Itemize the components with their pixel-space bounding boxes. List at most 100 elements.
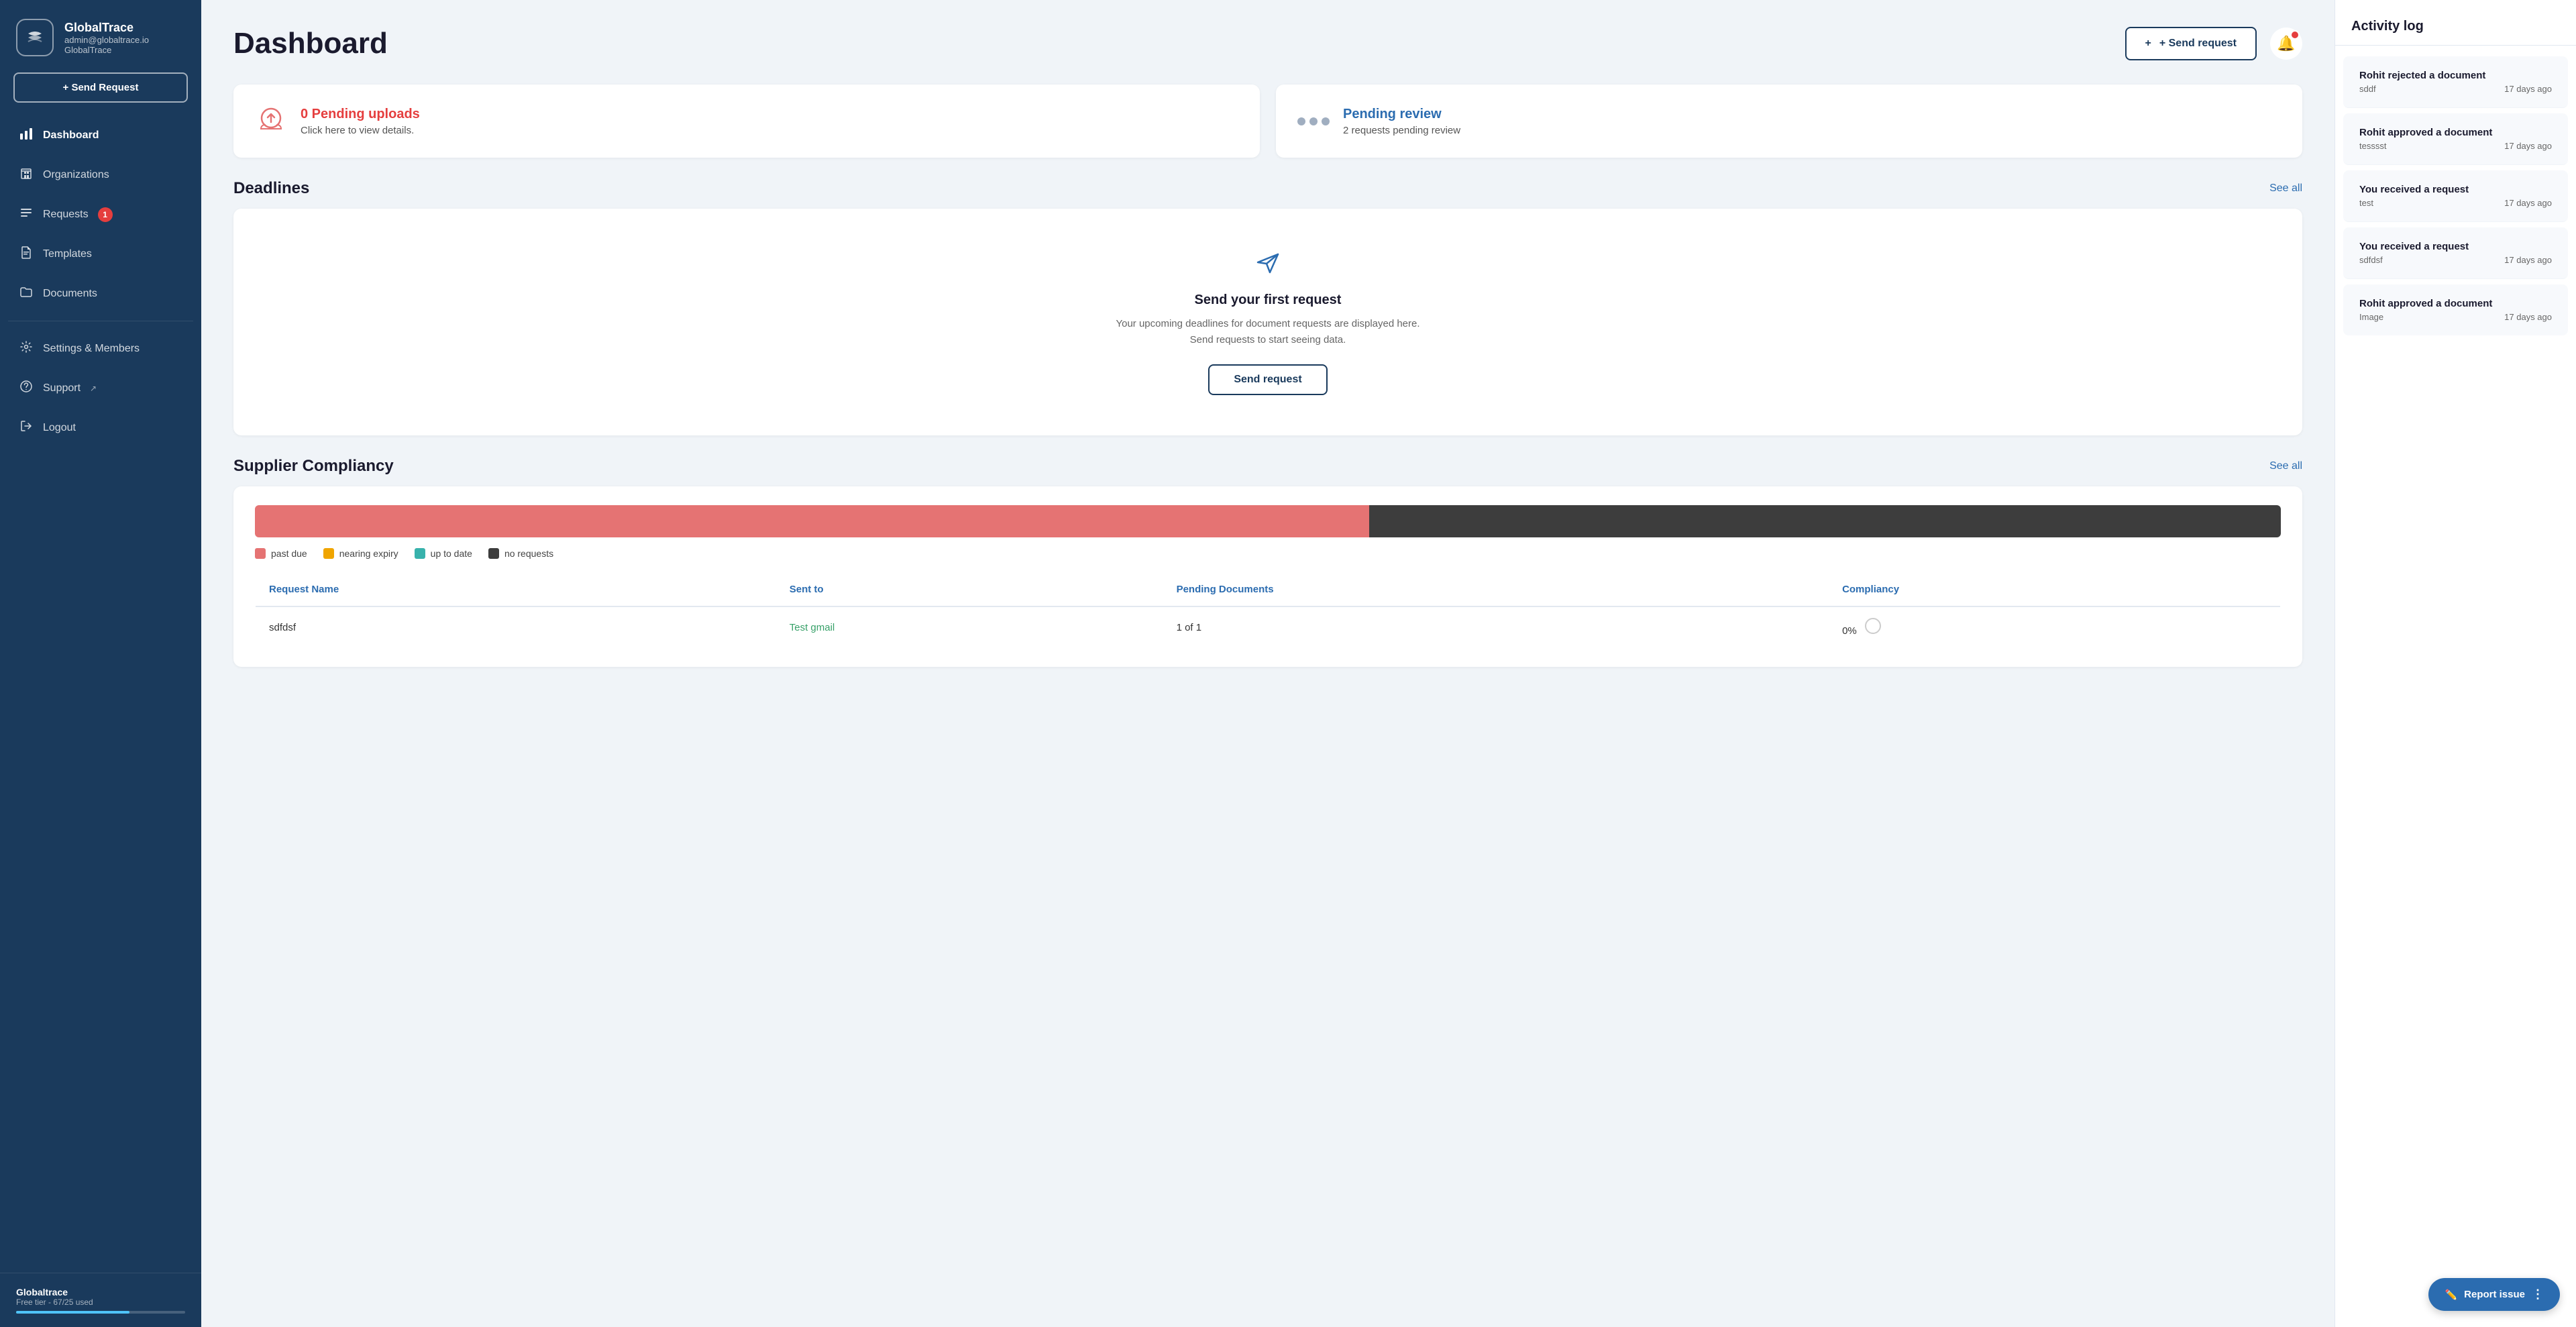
sidebar-item-templates[interactable]: Templates xyxy=(8,235,193,273)
page-title: Dashboard xyxy=(233,27,388,60)
compliancy-value: 0% xyxy=(1842,625,1857,637)
activity-meta-0: sddf 17 days ago xyxy=(2359,84,2552,94)
table-row: sdfdsf Test gmail 1 of 1 0% xyxy=(256,606,2281,648)
compliance-table-head: Request Name Sent to Pending Documents C… xyxy=(256,573,2281,607)
external-link-icon: ↗ xyxy=(90,384,97,393)
sidebar-item-support[interactable]: Support ↗ xyxy=(8,369,193,407)
compliance-table: Request Name Sent to Pending Documents C… xyxy=(255,572,2281,648)
settings-label: Settings & Members xyxy=(43,343,140,355)
activity-log-scroll: Rohit rejected a document sddf 17 days a… xyxy=(2335,46,2576,346)
deadlines-see-all[interactable]: See all xyxy=(2269,182,2302,195)
report-issue-button[interactable]: ✏️ Report issue ⋮ xyxy=(2428,1278,2560,1311)
header-actions: + + Send request 🔔 xyxy=(2125,27,2303,60)
compliancy-header: Supplier Compliancy See all xyxy=(233,457,2302,476)
activity-detail-4: Image xyxy=(2359,312,2383,322)
sidebar-item-logout[interactable]: Logout xyxy=(8,409,193,447)
activity-action-4: Rohit approved a document xyxy=(2359,298,2552,309)
templates-label: Templates xyxy=(43,248,92,260)
activity-meta-3: sdfdsf 17 days ago xyxy=(2359,255,2552,265)
supplier-compliancy-section: Supplier Compliancy See all past due xyxy=(233,457,2302,667)
review-dots-icon xyxy=(1297,117,1330,125)
building-icon xyxy=(19,166,34,183)
main-header: Dashboard + + Send request 🔔 xyxy=(233,27,2302,60)
cell-request-name: sdfdsf xyxy=(256,606,776,648)
past-due-dot xyxy=(255,548,266,559)
compliancy-title: Supplier Compliancy xyxy=(233,457,394,476)
bar-past-due xyxy=(255,505,1369,537)
logout-label: Logout xyxy=(43,422,76,434)
documents-label: Documents xyxy=(43,288,97,300)
send-request-label: + Send request xyxy=(2159,38,2237,50)
activity-item-0: Rohit rejected a document sddf 17 days a… xyxy=(2343,56,2568,108)
support-label: Support xyxy=(43,382,80,394)
main-area: Dashboard + + Send request 🔔 xyxy=(201,0,2576,1327)
tier-bar-background xyxy=(16,1311,185,1314)
sidebar-nav: Dashboard Organizations xyxy=(0,116,201,1273)
requests-badge: 1 xyxy=(98,207,113,222)
sidebar-item-requests[interactable]: Requests 1 xyxy=(8,195,193,233)
app-logo xyxy=(16,19,54,56)
activity-action-3: You received a request xyxy=(2359,241,2552,252)
compliancy-bar-container: past due nearing expiry up to date xyxy=(233,486,2302,667)
sidebar-footer: Globaltrace Free tier - 67/25 used xyxy=(0,1273,201,1327)
compliancy-circle xyxy=(1865,618,1881,634)
compliancy-see-all[interactable]: See all xyxy=(2269,460,2302,472)
up-to-date-label: up to date xyxy=(431,548,472,559)
nearing-expiry-dot xyxy=(323,548,334,559)
sidebar: GlobalTrace admin@globaltrace.io GlobalT… xyxy=(0,0,201,1327)
legend-no-requests: no requests xyxy=(488,548,553,559)
plus-icon: + xyxy=(2145,38,2151,50)
gear-icon xyxy=(19,340,34,357)
compliance-legend: past due nearing expiry up to date xyxy=(255,548,2281,559)
col-sent-to: Sent to xyxy=(776,573,1163,607)
status-cards-row: 0 Pending uploads Click here to view det… xyxy=(233,85,2302,158)
footer-tier: Free tier - 67/25 used xyxy=(16,1297,185,1307)
pending-uploads-count: 0 Pending uploads xyxy=(301,107,420,122)
activity-time-1: 17 days ago xyxy=(2504,141,2552,151)
activity-panel: Activity log Rohit rejected a document s… xyxy=(2334,0,2576,1327)
table-header-row: Request Name Sent to Pending Documents C… xyxy=(256,573,2281,607)
pending-review-card[interactable]: Pending review 2 requests pending review xyxy=(1276,85,2302,158)
past-due-label: past due xyxy=(271,548,307,559)
compliance-bar xyxy=(255,505,2281,537)
notification-bell[interactable]: 🔔 xyxy=(2270,28,2302,60)
sidebar-item-dashboard[interactable]: Dashboard xyxy=(8,116,193,154)
col-compliancy: Compliancy xyxy=(1829,573,2280,607)
activity-detail-3: sdfdsf xyxy=(2359,255,2383,265)
no-requests-label: no requests xyxy=(504,548,553,559)
sent-to-link[interactable]: Test gmail xyxy=(790,622,835,633)
cell-pending-docs: 1 of 1 xyxy=(1163,606,1829,648)
file-icon xyxy=(19,246,34,262)
organizations-label: Organizations xyxy=(43,169,109,181)
col-pending-docs: Pending Documents xyxy=(1163,573,1829,607)
deadlines-empty-desc: Your upcoming deadlines for document req… xyxy=(1116,316,1419,348)
activity-meta-4: Image 17 days ago xyxy=(2359,312,2552,322)
app-wrapper: GlobalTrace admin@globaltrace.io GlobalT… xyxy=(0,0,2576,1327)
deadlines-send-request-button[interactable]: Send request xyxy=(1208,364,1327,395)
pending-uploads-card[interactable]: 0 Pending uploads Click here to view det… xyxy=(233,85,1260,158)
activity-meta-1: tesssst 17 days ago xyxy=(2359,141,2552,151)
dashboard-label: Dashboard xyxy=(43,129,99,142)
folder-icon xyxy=(19,285,34,302)
activity-item-1: Rohit approved a document tesssst 17 day… xyxy=(2343,113,2568,165)
main-content: Dashboard + + Send request 🔔 xyxy=(201,0,2334,1327)
col-request-name: Request Name xyxy=(256,573,776,607)
legend-up-to-date: up to date xyxy=(415,548,472,559)
activity-action-2: You received a request xyxy=(2359,184,2552,195)
sidebar-item-organizations[interactable]: Organizations xyxy=(8,156,193,194)
report-issue-label: Report issue xyxy=(2464,1289,2525,1300)
sidebar-header: GlobalTrace admin@globaltrace.io GlobalT… xyxy=(0,0,201,72)
header-send-request-button[interactable]: + + Send request xyxy=(2125,27,2257,60)
activity-action-1: Rohit approved a document xyxy=(2359,127,2552,138)
sidebar-send-request-button[interactable]: + Send Request xyxy=(13,72,188,103)
activity-time-4: 17 days ago xyxy=(2504,312,2552,322)
activity-time-2: 17 days ago xyxy=(2504,198,2552,208)
sidebar-user-info: GlobalTrace admin@globaltrace.io GlobalT… xyxy=(64,21,149,55)
send-icon xyxy=(1254,249,1281,282)
activity-detail-1: tesssst xyxy=(2359,141,2386,151)
sidebar-item-settings[interactable]: Settings & Members xyxy=(8,329,193,368)
pending-review-count: 2 requests pending review xyxy=(1343,125,1460,136)
sidebar-item-documents[interactable]: Documents xyxy=(8,274,193,313)
activity-item-4: Rohit approved a document Image 17 days … xyxy=(2343,284,2568,335)
nearing-expiry-label: nearing expiry xyxy=(339,548,398,559)
